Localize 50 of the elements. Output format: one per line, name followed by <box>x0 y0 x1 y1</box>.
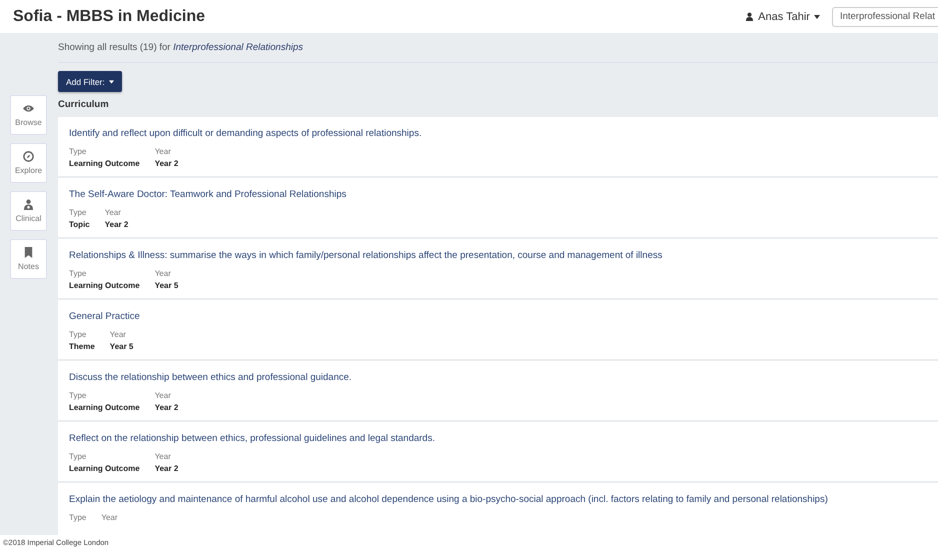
field-label: Year <box>101 513 118 522</box>
field-label: Year <box>154 147 172 156</box>
field-value: Theme <box>69 342 95 351</box>
compass-icon <box>23 151 34 162</box>
field-value: Learning Outcome <box>69 403 140 412</box>
doctor-icon <box>23 199 34 210</box>
field-label: Type <box>69 269 88 278</box>
caret-icon <box>814 14 820 18</box>
field-value: Topic <box>69 220 90 229</box>
field-label: Type <box>69 513 86 522</box>
search-field[interactable]: Interprofessional Relat <box>832 6 938 26</box>
field-label: Type <box>69 208 88 217</box>
person-icon <box>745 12 754 21</box>
result-link[interactable]: Relationships & Illness: summarise the ways in which family/personal relationships affect the presentation, course and management of illness <box>69 250 927 261</box>
sidebar-item[interactable]: Notes <box>10 239 47 279</box>
result-link[interactable]: Identify and reflect upon difficult or demanding aspects of professional relationships. <box>69 128 927 139</box>
field-value: Year 5 <box>110 342 134 351</box>
field-label: Year <box>154 391 172 400</box>
results-summary: Showing all results (19) for Interprofessional Relationships <box>58 41 304 55</box>
field-label: Type <box>69 330 88 339</box>
sidebar-item[interactable]: Explore <box>10 143 47 183</box>
sidebar-item[interactable]: Clinical <box>10 191 47 231</box>
field-value: Year 5 <box>154 281 178 290</box>
user-menu[interactable]: Anas Tahir <box>745 10 820 22</box>
field-label: Year <box>154 269 172 278</box>
add-filter-button[interactable]: Add Filter: <box>58 71 122 92</box>
sidebar-item[interactable]: Browse <box>10 95 47 135</box>
field-value: Year 2 <box>104 220 128 229</box>
field-label: Year <box>110 330 127 339</box>
app-title: Sofia - MBBS in Medicine <box>13 8 206 26</box>
bookmark-icon <box>23 247 34 258</box>
result-link[interactable]: General Practice <box>69 311 927 322</box>
field-value: Year 2 <box>154 464 178 473</box>
field-label: Type <box>69 391 88 400</box>
field-value: Learning Outcome <box>69 159 140 168</box>
field-value: Year 2 <box>154 403 178 412</box>
field-label: Year <box>154 452 172 461</box>
result-link[interactable]: Explain the aetiology and maintenance of harmful alcohol use and alcohol dependence using a bio-psycho-social approach (incl. factors relating to family and personal relationships) <box>69 494 927 505</box>
result-link[interactable]: Discuss the relationship between ethics and professional guidance. <box>69 372 927 383</box>
section-heading: Curriculum <box>58 99 110 110</box>
field-value: Learning Outcome <box>69 464 140 473</box>
field-label: Year <box>104 208 122 217</box>
field-value: Year 2 <box>154 159 178 168</box>
field-value: Learning Outcome <box>69 281 140 290</box>
caret-icon <box>108 80 114 84</box>
field-label: Type <box>69 452 88 461</box>
eye-icon <box>23 103 34 114</box>
result-link[interactable]: Reflect on the relationship between ethics, professional guidelines and legal standards. <box>69 433 927 444</box>
field-label: Type <box>69 147 88 156</box>
result-link[interactable]: The Self-Aware Doctor: Teamwork and Professional Relationships <box>69 189 927 200</box>
